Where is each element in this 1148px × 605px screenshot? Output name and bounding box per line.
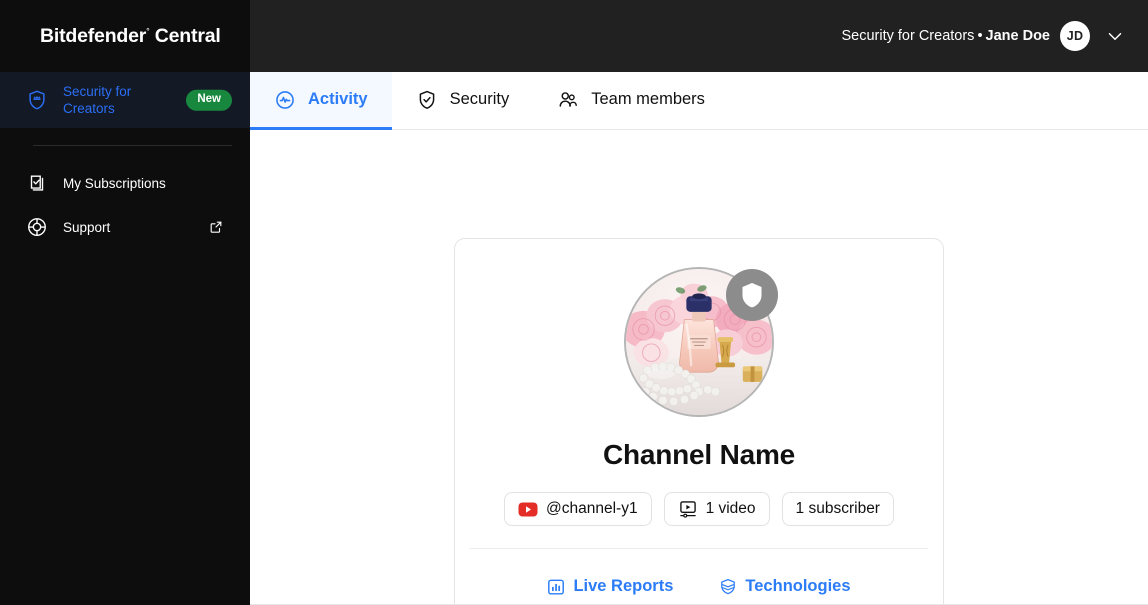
youtube-icon bbox=[518, 502, 538, 517]
topbar: Security for Creators • Jane Doe JD bbox=[250, 0, 1148, 72]
bar-chart-icon bbox=[547, 578, 565, 596]
main-area: Security for Creators • Jane Doe JD Activi bbox=[250, 0, 1148, 605]
link-label: Technologies bbox=[745, 577, 851, 595]
activity-pulse-icon bbox=[274, 89, 296, 111]
account-menu[interactable]: Security for Creators • Jane Doe JD bbox=[841, 21, 1126, 51]
sidebar-item-support[interactable]: Support bbox=[0, 205, 250, 249]
chip-video-count[interactable]: 1 video bbox=[663, 492, 770, 526]
sidebar: Bitdefender° Central Security for Creato… bbox=[0, 0, 250, 605]
tab-activity[interactable]: Activity bbox=[250, 72, 392, 130]
shield-check-icon bbox=[416, 89, 438, 111]
card-actions: Live Reports Technologies bbox=[547, 577, 851, 596]
sidebar-new-badge: New bbox=[186, 89, 232, 111]
chip-subscriber-count[interactable]: 1 subscriber bbox=[781, 492, 894, 526]
layered-shield-icon bbox=[719, 578, 737, 596]
brand-suffix: Central bbox=[154, 24, 221, 47]
subscriptions-icon bbox=[26, 172, 48, 194]
people-icon bbox=[557, 89, 579, 111]
video-icon bbox=[678, 499, 698, 519]
shield-crown-icon bbox=[26, 89, 48, 111]
chip-channel-handle[interactable]: @channel-y1 bbox=[504, 492, 652, 526]
gold-box bbox=[742, 366, 763, 382]
content-area: Channel Name @channel-y1 1 video 1 subsc… bbox=[250, 130, 1148, 605]
channel-avatar[interactable] bbox=[624, 267, 778, 417]
channel-stats: @channel-y1 1 video 1 subscriber bbox=[504, 492, 894, 526]
chip-label: 1 subscriber bbox=[795, 500, 880, 517]
app-root: Bitdefender° Central Security for Creato… bbox=[0, 0, 1148, 605]
brand-text: Bitdefender° Central bbox=[40, 25, 221, 48]
sidebar-item-security-for-creators[interactable]: Security for Creators New bbox=[0, 72, 250, 128]
account-label: Security for Creators • Jane Doe bbox=[841, 28, 1050, 44]
account-user-name: Jane Doe bbox=[985, 28, 1050, 44]
tab-bar: Activity Security Team members bbox=[250, 72, 1148, 130]
brand-name: Bitdefender bbox=[40, 24, 147, 47]
live-reports-link[interactable]: Live Reports bbox=[547, 577, 673, 596]
sidebar-item-my-subscriptions[interactable]: My Subscriptions bbox=[0, 161, 250, 205]
chip-label: 1 video bbox=[705, 500, 756, 517]
link-label: Live Reports bbox=[573, 577, 674, 595]
channel-card: Channel Name @channel-y1 1 video 1 subsc… bbox=[454, 238, 944, 605]
tab-label: Team members bbox=[591, 90, 705, 108]
tab-label: Security bbox=[449, 90, 510, 108]
brand-registered-mark: ° bbox=[146, 26, 150, 36]
external-link-icon[interactable] bbox=[209, 220, 223, 234]
technologies-link[interactable]: Technologies bbox=[719, 577, 851, 596]
account-separator: • bbox=[977, 28, 983, 44]
account-context: Security for Creators bbox=[841, 28, 975, 44]
lifebuoy-icon bbox=[26, 216, 48, 238]
tab-security[interactable]: Security bbox=[392, 72, 534, 130]
tab-team-members[interactable]: Team members bbox=[533, 72, 729, 130]
brand-logo[interactable]: Bitdefender° Central bbox=[0, 0, 250, 72]
sidebar-item-label: Support bbox=[63, 219, 111, 235]
sidebar-item-label: My Subscriptions bbox=[63, 175, 166, 191]
chevron-down-icon[interactable] bbox=[1104, 25, 1126, 47]
sidebar-item-label: Security for Creators bbox=[63, 84, 132, 116]
avatar: JD bbox=[1060, 21, 1090, 51]
sidebar-divider bbox=[33, 145, 232, 146]
shield-badge-icon bbox=[726, 269, 778, 321]
card-divider bbox=[470, 548, 928, 549]
tab-label: Activity bbox=[308, 90, 368, 108]
channel-name: Channel Name bbox=[602, 439, 796, 470]
chip-label: @channel-y1 bbox=[546, 500, 638, 517]
